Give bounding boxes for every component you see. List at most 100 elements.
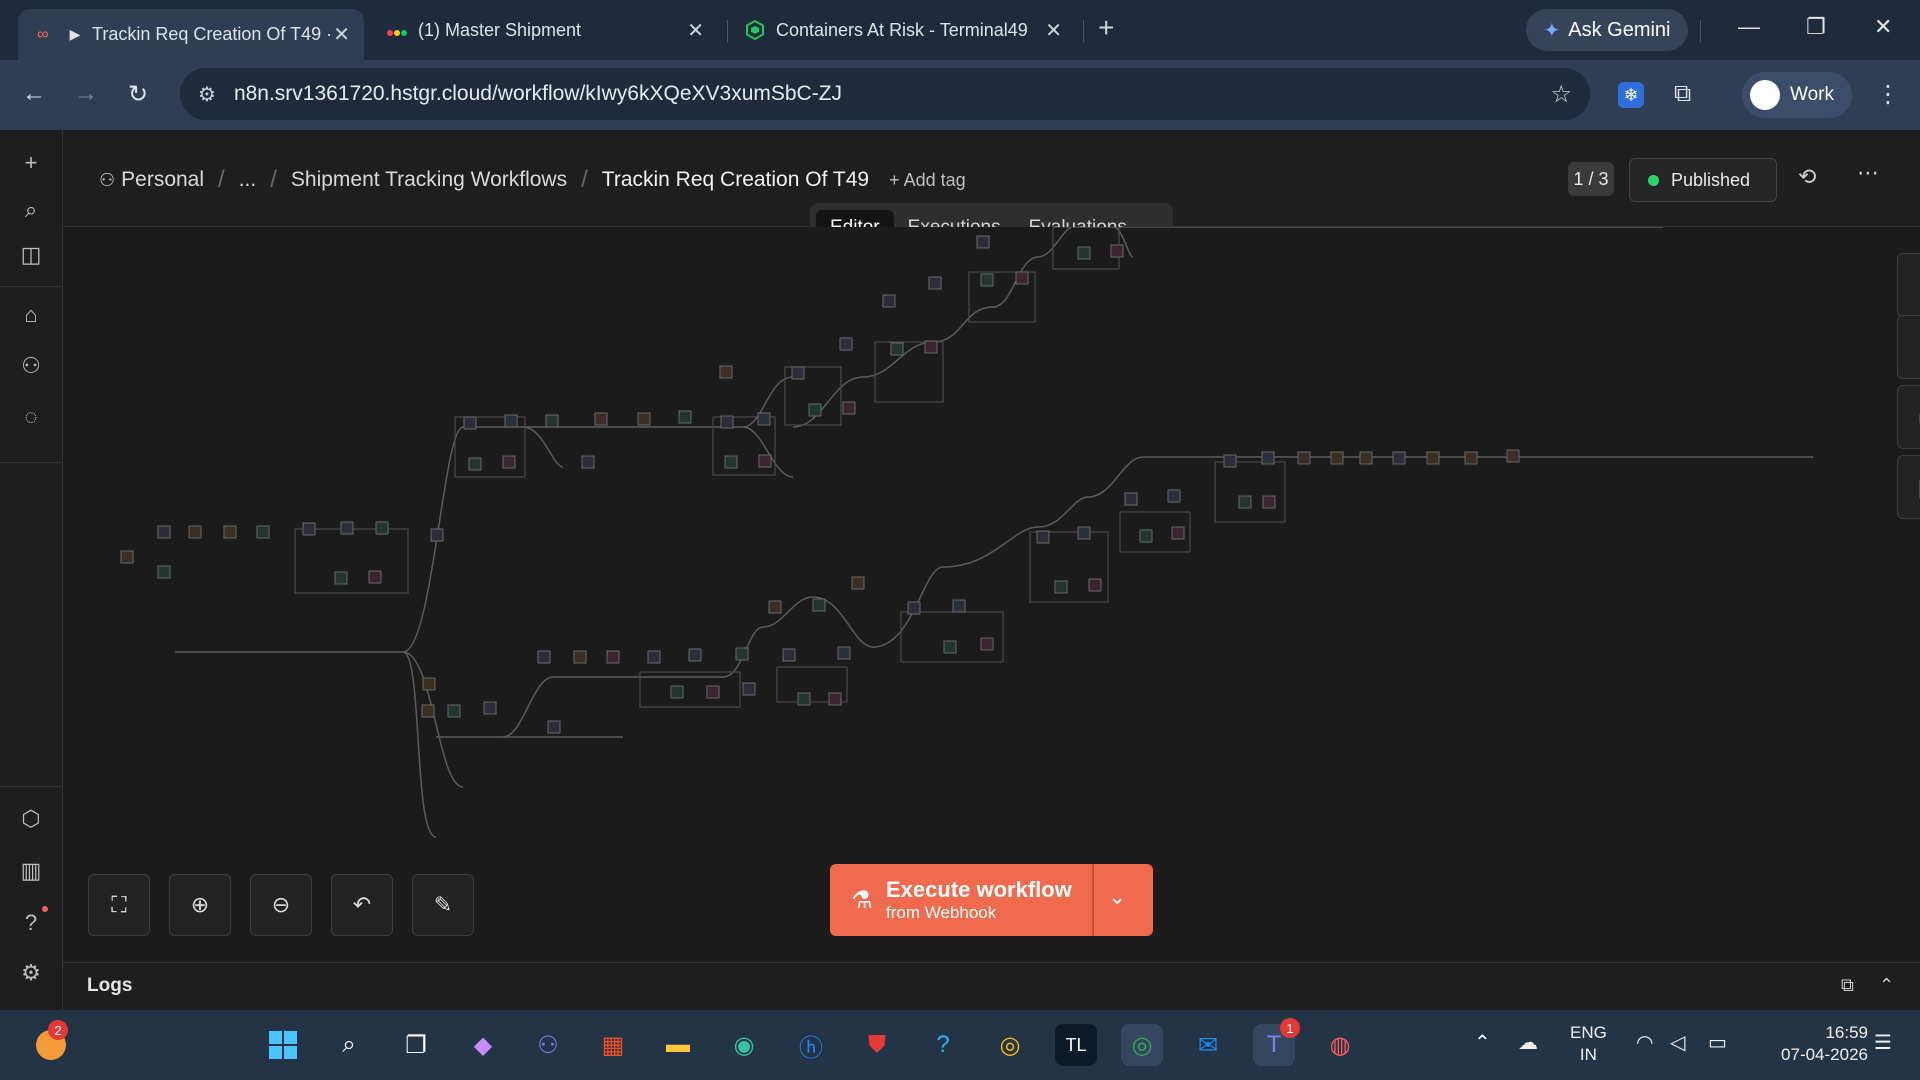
insights-chart-icon[interactable]: ▥ <box>18 858 44 884</box>
fit-view-icon[interactable]: ⛶ <box>88 874 150 936</box>
edge-icon[interactable]: ◉ <box>723 1024 765 1066</box>
divider <box>0 286 62 287</box>
status-dot <box>1648 174 1659 186</box>
chevron-down-icon[interactable]: ⌄ <box>1108 884 1126 910</box>
flask-icon: ⚗ <box>851 886 873 914</box>
breadcrumb-personal[interactable]: Personal <box>121 168 204 192</box>
n8n-icon: ∞ <box>37 25 49 43</box>
battery-icon[interactable]: ▭ <box>1708 1030 1727 1055</box>
chat-icon[interactable]: ◌ <box>18 404 44 430</box>
panel-icon[interactable]: ◫ <box>1897 455 1920 519</box>
volume-icon[interactable]: ◁ <box>1670 1030 1685 1055</box>
tab-divider <box>727 20 728 42</box>
extensions-puzzle-icon[interactable]: ⧉ <box>1674 80 1691 108</box>
add-icon[interactable]: + <box>18 150 44 176</box>
tab-containers-at-risk[interactable]: Containers At Risk - Terminal49 ✕ <box>730 9 1076 51</box>
browser-menu-icon[interactable]: ⋮ <box>1876 80 1900 109</box>
home-icon[interactable]: ⌂ <box>18 302 44 328</box>
chevron-up-icon[interactable]: ⌃ <box>1474 1030 1491 1055</box>
breadcrumb-folder[interactable]: Shipment Tracking Workflows <box>291 168 567 192</box>
teams-icon[interactable]: ⚇ <box>527 1024 569 1066</box>
zoom-out-icon[interactable]: ⊖ <box>250 874 312 936</box>
more-options-icon[interactable]: ⋯ <box>1857 160 1879 186</box>
help-icon[interactable]: ? <box>18 910 44 936</box>
logs-panel[interactable]: Logs ⧉ ⌃ <box>63 962 1920 1011</box>
user-icon[interactable]: ⚇ <box>18 353 44 379</box>
templates-icon[interactable]: ⬡ <box>18 806 44 832</box>
person-icon: ⚇ <box>99 169 116 190</box>
workflow-name[interactable]: Trackin Req Creation Of T49 <box>602 168 869 192</box>
new-tab-button[interactable]: + <box>1098 12 1114 44</box>
settings-gear-icon[interactable]: ⚙ <box>18 960 44 986</box>
monday-icon <box>386 19 408 41</box>
tab-n8n-workflow[interactable]: ∞ ▶ Trackin Req Creation Of T49 · ✕ <box>18 9 364 60</box>
note-icon[interactable]: ▭ <box>1897 385 1920 449</box>
bookmark-star-icon[interactable]: ☆ <box>1550 80 1572 109</box>
divider <box>0 462 62 463</box>
chevron-up-icon[interactable]: ⌃ <box>1879 975 1894 996</box>
back-icon[interactable]: ← <box>22 80 46 108</box>
history-icon[interactable]: ⟲ <box>1798 164 1816 190</box>
browser-toolbar: ← → ↻ ⚙ n8n.srv1361720.hstgr.cloud/workf… <box>0 60 1920 130</box>
region-label: IN <box>1579 1045 1597 1064</box>
wifi-icon[interactable]: ◠ <box>1636 1030 1653 1055</box>
address-bar[interactable]: ⚙ n8n.srv1361720.hstgr.cloud/workflow/kI… <box>180 68 1590 120</box>
close-window-icon[interactable]: ✕ <box>1874 14 1892 40</box>
popout-icon[interactable]: ⧉ <box>1841 975 1854 996</box>
minimize-icon[interactable]: — <box>1738 14 1760 40</box>
language-indicator[interactable]: ENG IN <box>1570 1022 1607 1066</box>
profile-button[interactable]: Work <box>1742 72 1852 118</box>
tidy-up-icon[interactable]: ✎ <box>412 874 474 936</box>
execute-workflow-button[interactable]: ⚗ Execute workflow from Webhook ⌄ <box>830 864 1153 936</box>
search-icon[interactable]: ⌕ <box>328 1024 370 1066</box>
zoom-in-icon[interactable]: ⊕ <box>169 874 231 936</box>
hp-icon[interactable]: ⓗ <box>790 1024 832 1066</box>
date-label: 07-04-2026 <box>1781 1045 1868 1064</box>
clock[interactable]: 16:59 07-04-2026 <box>1758 1022 1868 1066</box>
mcafee-icon[interactable]: ⛊ <box>856 1024 898 1066</box>
chrome-icon[interactable]: ◎ <box>989 1024 1031 1066</box>
tl-app-icon[interactable]: TL <box>1055 1024 1097 1066</box>
creative-cloud-icon[interactable]: ◍ <box>1319 1024 1361 1066</box>
search-nodes-icon[interactable]: ⌕ <box>1897 315 1920 379</box>
windows-taskbar: 2 ⌕ ❐ ◆ ⚇ ▦ ▬ ◉ ⓗ ⛊ ? ◎ TL ◎ ✉ T 1 ◍ ⌃ ☁… <box>0 1010 1920 1080</box>
play-icon: ▶ <box>69 26 81 42</box>
avatar <box>1750 80 1780 110</box>
ask-gemini-button[interactable]: ✦ Ask Gemini <box>1526 9 1688 51</box>
gemini-label: Ask Gemini <box>1568 18 1671 41</box>
site-info-icon[interactable]: ⚙ <box>198 82 216 107</box>
panel-toggle-icon[interactable]: ◫ <box>18 242 44 268</box>
breadcrumb: ⚇ Personal / ... / Shipment Tracking Wor… <box>99 166 966 193</box>
onedrive-icon[interactable]: ☁ <box>1518 1030 1538 1055</box>
outlook-icon[interactable]: ✉ <box>1187 1024 1229 1066</box>
chrome-active-icon[interactable]: ◎ <box>1121 1024 1163 1066</box>
notifications-icon[interactable]: ☰ <box>1874 1030 1892 1055</box>
copilot-icon[interactable]: ◆ <box>462 1024 504 1066</box>
restore-icon[interactable]: ❐ <box>1806 14 1826 40</box>
close-tab-icon[interactable]: ✕ <box>1045 18 1062 43</box>
undo-icon[interactable]: ↶ <box>331 874 393 936</box>
extension-snowflake-icon[interactable]: ❄ <box>1618 80 1644 108</box>
store-icon[interactable]: ▦ <box>592 1024 634 1066</box>
version-pager[interactable]: 1 / 3 <box>1568 162 1614 196</box>
published-status-button[interactable]: Published <box>1629 158 1777 202</box>
workflow-canvas[interactable]: + ⌕ ▭ ◫ <box>63 227 1920 962</box>
close-tab-icon[interactable]: ✕ <box>333 22 350 47</box>
add-tag-button[interactable]: + Add tag <box>889 170 966 191</box>
workflow-graph[interactable] <box>63 227 1920 962</box>
browser-tab-strip: ∞ ▶ Trackin Req Creation Of T49 · ✕ (1) … <box>0 0 1920 60</box>
search-icon[interactable]: ⌕ <box>18 197 44 223</box>
add-node-button[interactable]: + <box>1897 253 1920 317</box>
tab-master-shipment[interactable]: (1) Master Shipment ✕ <box>372 9 718 51</box>
tab-divider <box>1700 20 1701 42</box>
help-app-icon[interactable]: ? <box>922 1024 964 1066</box>
forward-icon[interactable]: → <box>74 80 98 108</box>
start-icon[interactable] <box>262 1024 304 1066</box>
reload-icon[interactable]: ↻ <box>128 80 148 109</box>
breadcrumb-ellipsis[interactable]: ... <box>239 168 257 192</box>
help-notification-dot <box>42 906 48 912</box>
execute-subtitle: from Webhook <box>886 903 997 922</box>
file-explorer-icon[interactable]: ▬ <box>657 1024 699 1066</box>
close-tab-icon[interactable]: ✕ <box>687 18 704 43</box>
task-view-icon[interactable]: ❐ <box>395 1024 437 1066</box>
